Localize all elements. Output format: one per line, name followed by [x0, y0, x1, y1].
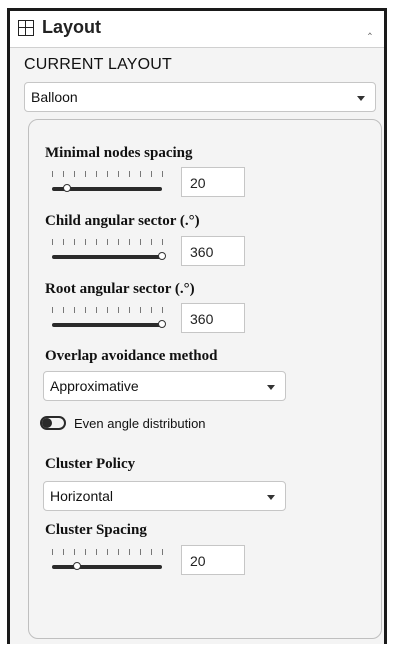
slider-tick [129, 307, 130, 313]
slider-tick [107, 171, 108, 177]
slider-tick [74, 239, 75, 245]
slider-tick [107, 307, 108, 313]
toggle-knob [42, 418, 52, 428]
cluster-policy-select[interactable]: Horizontal [43, 481, 286, 511]
even-angle-label: Even angle distribution [74, 416, 206, 431]
slider-tick [151, 549, 152, 555]
slider-tick [74, 171, 75, 177]
slider-tick [107, 549, 108, 555]
slider-tick [63, 239, 64, 245]
panel-header[interactable]: Layout ‸ [10, 11, 384, 48]
slider-tick [63, 549, 64, 555]
current-layout-title: CURRENT LAYOUT [24, 56, 173, 73]
cluster-spacing-slider[interactable] [48, 549, 166, 577]
root-angular-slider[interactable] [48, 307, 166, 335]
min-nodes-spacing-input[interactable]: 20 [181, 167, 245, 197]
slider-tick [129, 171, 130, 177]
slider-tick [96, 171, 97, 177]
child-angular-input[interactable]: 360 [181, 236, 245, 266]
slider-tick [85, 307, 86, 313]
slider-thumb[interactable] [158, 320, 166, 328]
slider-tick [52, 239, 53, 245]
slider-tick [129, 239, 130, 245]
slider-tick [162, 239, 163, 245]
slider-tick [151, 239, 152, 245]
root-angular-value: 360 [190, 311, 214, 327]
root-angular-input[interactable]: 360 [181, 303, 245, 333]
chevron-up-icon[interactable]: ‸ [368, 21, 372, 35]
slider-track [52, 323, 162, 327]
min-nodes-spacing-value: 20 [190, 175, 206, 191]
min-nodes-spacing-slider[interactable] [48, 171, 166, 199]
slider-tick [140, 171, 141, 177]
slider-thumb[interactable] [158, 252, 166, 260]
child-angular-label: Child angular sector (.°) [45, 213, 200, 229]
cluster-policy-label: Cluster Policy [45, 456, 136, 472]
slider-tick [118, 171, 119, 177]
slider-tick [129, 549, 130, 555]
slider-tick [107, 239, 108, 245]
slider-tick [162, 307, 163, 313]
overlap-method-label: Overlap avoidance method [45, 348, 218, 364]
slider-tick [63, 307, 64, 313]
slider-tick [96, 239, 97, 245]
slider-tick [96, 549, 97, 555]
even-angle-toggle[interactable] [40, 416, 66, 430]
slider-tick [151, 171, 152, 177]
slider-tick [162, 171, 163, 177]
layout-select[interactable]: Balloon [24, 82, 376, 112]
slider-tick [52, 549, 53, 555]
slider-tick [162, 549, 163, 555]
slider-tick [74, 307, 75, 313]
slider-ticks [52, 171, 163, 177]
slider-tick [52, 171, 53, 177]
slider-track [52, 255, 162, 259]
slider-tick [85, 239, 86, 245]
slider-ticks [52, 307, 163, 313]
child-angular-value: 360 [190, 244, 214, 260]
slider-tick [96, 307, 97, 313]
layout-panel: Layout ‸ CURRENT LAYOUT Balloon Minimal … [7, 8, 387, 644]
slider-tick [151, 307, 152, 313]
chevron-down-icon [267, 385, 275, 390]
slider-tick [52, 307, 53, 313]
slider-ticks [52, 549, 163, 555]
slider-tick [140, 549, 141, 555]
slider-track [52, 565, 162, 569]
cluster-policy-value: Horizontal [50, 488, 114, 504]
slider-tick [74, 549, 75, 555]
slider-tick [85, 171, 86, 177]
slider-thumb[interactable] [62, 184, 71, 192]
min-nodes-spacing-label: Minimal nodes spacing [45, 145, 193, 161]
slider-ticks [52, 239, 163, 245]
slider-tick [118, 549, 119, 555]
overlap-method-select[interactable]: Approximative [43, 371, 286, 401]
chevron-down-icon [357, 96, 365, 101]
root-angular-label: Root angular sector (.°) [45, 281, 195, 297]
panel-title: Layout [42, 17, 102, 37]
slider-tick [140, 307, 141, 313]
cluster-spacing-input[interactable]: 20 [181, 545, 245, 575]
slider-tick [85, 549, 86, 555]
overlap-method-value: Approximative [50, 378, 139, 394]
slider-tick [118, 307, 119, 313]
child-angular-slider[interactable] [48, 239, 166, 267]
grid-icon [18, 20, 34, 36]
chevron-down-icon [267, 495, 275, 500]
cluster-spacing-label: Cluster Spacing [45, 522, 147, 538]
layout-select-value: Balloon [31, 89, 78, 105]
cluster-spacing-value: 20 [190, 553, 206, 569]
slider-tick [63, 171, 64, 177]
slider-tick [118, 239, 119, 245]
slider-tick [140, 239, 141, 245]
